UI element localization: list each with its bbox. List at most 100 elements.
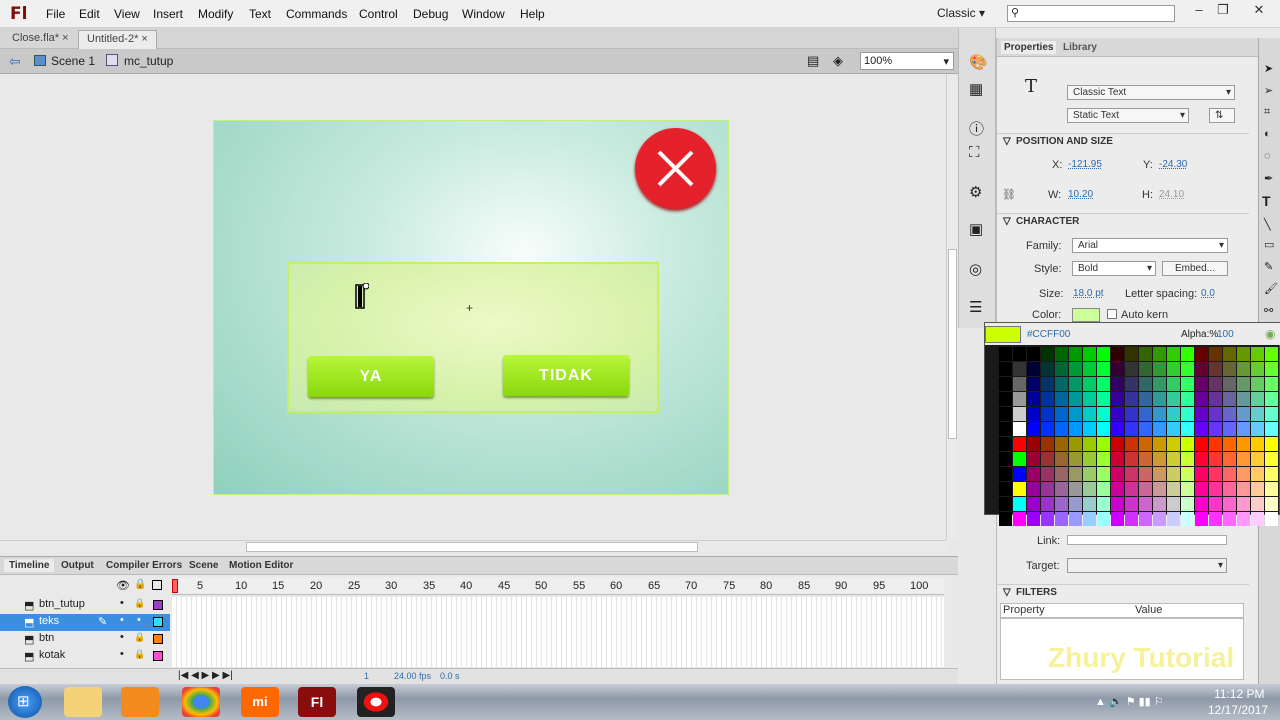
color-cell[interactable] — [1125, 467, 1138, 481]
color-cell[interactable] — [1167, 467, 1180, 481]
color-cell[interactable] — [1153, 437, 1166, 451]
color-cell[interactable] — [1223, 422, 1236, 436]
color-cell[interactable] — [1041, 377, 1054, 391]
color-cell[interactable] — [1027, 497, 1040, 511]
color-cell[interactable] — [1041, 452, 1054, 466]
scroll-thumb[interactable] — [246, 542, 698, 552]
color-cell[interactable] — [1181, 497, 1194, 511]
color-cell[interactable] — [1209, 422, 1222, 436]
color-cell[interactable] — [1013, 497, 1026, 511]
color-cell[interactable] — [1125, 482, 1138, 496]
color-cell[interactable] — [1265, 362, 1278, 376]
color-cell[interactable] — [1167, 362, 1180, 376]
color-cell[interactable] — [1251, 452, 1264, 466]
color-cell[interactable] — [1223, 452, 1236, 466]
color-cell[interactable] — [1237, 437, 1250, 451]
layer-color-swatch[interactable] — [153, 651, 163, 661]
font-family-select[interactable]: Arial ▾ — [1072, 238, 1228, 253]
playback-controls-icon[interactable]: |◀ ◀ ▶ ▶ ▶| — [178, 670, 233, 681]
color-cell[interactable] — [1013, 437, 1026, 451]
character-heading[interactable]: CHARACTER — [1016, 216, 1079, 227]
chrome-taskbar-icon[interactable] — [182, 687, 220, 717]
color-cell[interactable] — [1027, 512, 1040, 526]
layer-color-swatch[interactable] — [153, 634, 163, 644]
tab-compiler-errors[interactable]: Compiler Errors — [101, 559, 187, 572]
lock-icon[interactable]: 🔒 — [134, 649, 145, 660]
color-cell[interactable] — [1265, 452, 1278, 466]
color-cell[interactable] — [1069, 392, 1082, 406]
color-cell[interactable] — [1111, 407, 1124, 421]
brush-tool-icon[interactable]: 🖌 — [1264, 282, 1278, 295]
color-cell[interactable] — [1139, 422, 1152, 436]
color-cell[interactable] — [1223, 467, 1236, 481]
color-cell[interactable] — [1027, 422, 1040, 436]
color-cell[interactable] — [1083, 512, 1096, 526]
color-cell[interactable] — [1209, 452, 1222, 466]
menu-debug[interactable]: Debug — [413, 7, 448, 21]
color-cell[interactable] — [1097, 437, 1110, 451]
color-cell[interactable] — [1181, 377, 1194, 391]
color-cell[interactable] — [1195, 467, 1208, 481]
transform-icon[interactable]: ⛶ — [969, 144, 980, 161]
rectangle-tool-icon[interactable]: ▭ — [1264, 238, 1274, 251]
recorder-taskbar-icon[interactable] — [357, 687, 395, 717]
layer-row-kotak[interactable]: ⬒ kotak • 🔒 — [0, 648, 170, 665]
color-cell[interactable] — [1125, 437, 1138, 451]
close-window-button[interactable]: ✕ — [1246, 2, 1272, 20]
layer-color-swatch[interactable] — [153, 617, 163, 627]
hex-value[interactable]: #CCFF00 — [1027, 329, 1070, 340]
color-icon[interactable]: 🎨 — [969, 53, 988, 71]
color-cell[interactable] — [1041, 437, 1054, 451]
color-cell[interactable] — [1195, 422, 1208, 436]
library-icon[interactable]: ▣ — [969, 220, 983, 238]
swatches-icon[interactable]: ▦ — [969, 80, 983, 98]
color-cell[interactable] — [1083, 392, 1096, 406]
color-cell[interactable] — [1097, 497, 1110, 511]
alpha-value[interactable]: 100 — [1217, 329, 1234, 340]
color-cell[interactable] — [1139, 377, 1152, 391]
collapse-icon[interactable]: ▽ — [1003, 136, 1011, 147]
color-cell[interactable] — [1125, 452, 1138, 466]
color-cell[interactable] — [1251, 422, 1264, 436]
color-cell[interactable] — [1265, 497, 1278, 511]
color-cell[interactable] — [1167, 347, 1180, 361]
color-cell[interactable] — [1237, 422, 1250, 436]
motion-presets-icon[interactable]: ◎ — [969, 260, 982, 278]
color-cell[interactable] — [1223, 512, 1236, 526]
color-cell[interactable] — [1181, 347, 1194, 361]
color-cell[interactable] — [1097, 422, 1110, 436]
color-cell[interactable] — [1097, 392, 1110, 406]
color-cell[interactable] — [1181, 362, 1194, 376]
text-engine-select[interactable]: Classic Text ▾ — [1067, 85, 1235, 100]
color-wheel-icon[interactable]: ◉ — [1265, 327, 1275, 341]
text-tool-icon[interactable]: T — [1262, 193, 1271, 209]
symbol-crumb[interactable]: mc_tutup — [124, 54, 173, 68]
color-cell[interactable] — [1041, 482, 1054, 496]
color-cell[interactable] — [1083, 362, 1096, 376]
color-grid[interactable] — [999, 347, 1278, 526]
color-cell[interactable] — [1125, 392, 1138, 406]
color-cell[interactable] — [1181, 482, 1194, 496]
color-cell[interactable] — [1223, 497, 1236, 511]
color-cell[interactable] — [1041, 392, 1054, 406]
color-cell[interactable] — [1209, 512, 1222, 526]
3d-rotation-icon[interactable]: ◐ — [1264, 128, 1271, 140]
color-cell[interactable] — [1251, 512, 1264, 526]
scene-crumb[interactable]: Scene 1 — [51, 54, 95, 68]
color-cell[interactable] — [1237, 407, 1250, 421]
color-cell[interactable] — [1265, 377, 1278, 391]
color-cell[interactable] — [1195, 452, 1208, 466]
bone-tool-icon[interactable]: ⚯ — [1264, 304, 1273, 317]
color-cell[interactable] — [1153, 347, 1166, 361]
auto-kern-checkbox[interactable] — [1107, 309, 1117, 319]
menu-file[interactable]: File — [46, 7, 65, 21]
color-cell[interactable] — [1055, 482, 1068, 496]
back-arrow-icon[interactable]: ⇦ — [9, 53, 21, 70]
color-cell[interactable] — [1265, 512, 1278, 526]
menu-edit[interactable]: Edit — [79, 7, 100, 21]
color-cell[interactable] — [1167, 497, 1180, 511]
color-cell[interactable] — [1237, 512, 1250, 526]
color-cell[interactable] — [1167, 407, 1180, 421]
color-cell[interactable] — [1181, 467, 1194, 481]
color-cell[interactable] — [1195, 437, 1208, 451]
